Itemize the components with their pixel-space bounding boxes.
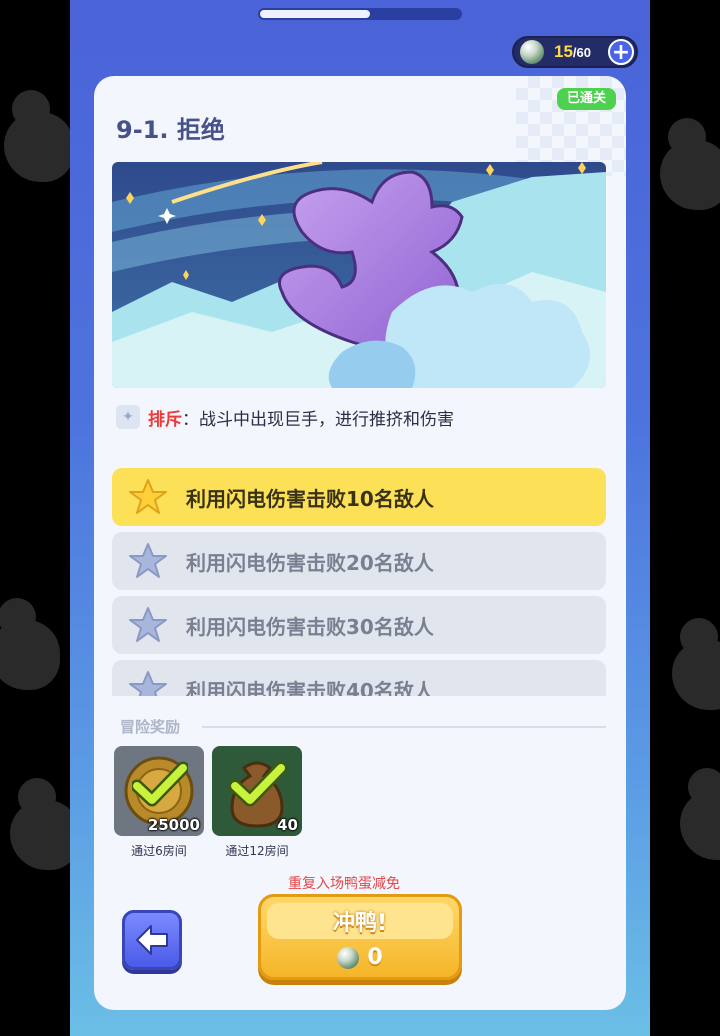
go-cost-value: 0 bbox=[367, 945, 383, 970]
level-title: 9-1. 拒绝 bbox=[116, 116, 225, 144]
reward-item-money-bag[interactable]: 40 通过12房间 bbox=[212, 746, 304, 859]
back-button[interactable] bbox=[122, 910, 182, 970]
background-duck-decoration bbox=[0, 598, 60, 690]
level-detail-card: 已通关 9-1. 拒绝 ✦ 排斥 ：战斗中出现巨手，进行推挤和伤害 利用闪电伤害… bbox=[94, 76, 626, 1010]
go-cost: 0 bbox=[261, 945, 459, 970]
reward-box: 25000 bbox=[114, 746, 204, 836]
level-curse-row: ✦ 排斥 ：战斗中出现巨手，进行推挤和伤害 bbox=[116, 404, 454, 430]
egg-counter: 15/60 + bbox=[512, 36, 638, 68]
discount-note: 重复入场鸭蛋减免 bbox=[288, 876, 400, 892]
task-label: 利用闪电伤害击败30名敌人 bbox=[186, 614, 434, 639]
go-button-label: 冲鸭! bbox=[332, 911, 388, 936]
reward-label: 通过6房间 bbox=[131, 844, 187, 858]
star-icon bbox=[129, 479, 167, 514]
background-duck-decoration bbox=[4, 90, 74, 182]
game-stage: 15/60 + 已通关 9-1. 拒绝 ✦ 排斥 ：战斗中出现巨手，进行推挤和伤… bbox=[70, 0, 650, 1036]
rewards-divider bbox=[202, 726, 606, 728]
top-progress-fill bbox=[260, 10, 370, 18]
task-item: 利用闪电伤害击败10名敌人 bbox=[112, 468, 606, 526]
rewards-title: 冒险奖励 bbox=[120, 718, 181, 736]
reward-box: 40 bbox=[212, 746, 302, 836]
background-duck-decoration bbox=[672, 618, 720, 710]
task-label: 利用闪电伤害击败10名敌人 bbox=[186, 486, 434, 511]
curse-description: ：战斗中出现巨手，进行推挤和伤害 bbox=[182, 409, 454, 430]
reward-item-coins[interactable]: 25000 通过6房间 bbox=[114, 746, 206, 859]
add-eggs-button[interactable]: + bbox=[608, 39, 634, 65]
duck-egg-icon bbox=[337, 946, 360, 969]
star-icon bbox=[129, 671, 167, 696]
reward-quantity: 25000 bbox=[147, 816, 200, 834]
arrow-left-icon bbox=[136, 925, 168, 955]
claimed-check-icon bbox=[230, 761, 286, 807]
sparkle-icon: ✦ bbox=[116, 405, 140, 429]
giant-hand-illustration bbox=[112, 162, 606, 388]
background-duck-decoration bbox=[680, 768, 720, 860]
egg-count: 15/60 bbox=[554, 42, 591, 61]
level-banner-image bbox=[112, 162, 606, 388]
cleared-status-badge: 已通关 bbox=[556, 88, 616, 110]
task-label: 利用闪电伤害击败20名敌人 bbox=[186, 550, 434, 575]
task-item: 利用闪电伤害击败40名敌人 bbox=[112, 660, 606, 696]
background-duck-decoration bbox=[660, 118, 720, 210]
claimed-check-icon bbox=[132, 761, 188, 807]
task-item: 利用闪电伤害击败20名敌人 bbox=[112, 532, 606, 590]
task-item: 利用闪电伤害击败30名敌人 bbox=[112, 596, 606, 654]
reward-label: 通过12房间 bbox=[225, 844, 289, 858]
duck-egg-icon bbox=[520, 40, 544, 64]
task-list[interactable]: 利用闪电伤害击败10名敌人 利用闪电伤害击败20名敌人 利用闪电伤害击败30名敌… bbox=[112, 468, 606, 696]
star-icon bbox=[129, 607, 167, 642]
task-label: 利用闪电伤害击败40名敌人 bbox=[186, 678, 434, 697]
curse-name: 排斥 bbox=[148, 409, 182, 430]
go-button[interactable]: 冲鸭! 0 bbox=[258, 894, 462, 980]
reward-quantity: 40 bbox=[277, 816, 298, 834]
top-progress-bar bbox=[258, 8, 462, 20]
star-icon bbox=[129, 543, 167, 578]
